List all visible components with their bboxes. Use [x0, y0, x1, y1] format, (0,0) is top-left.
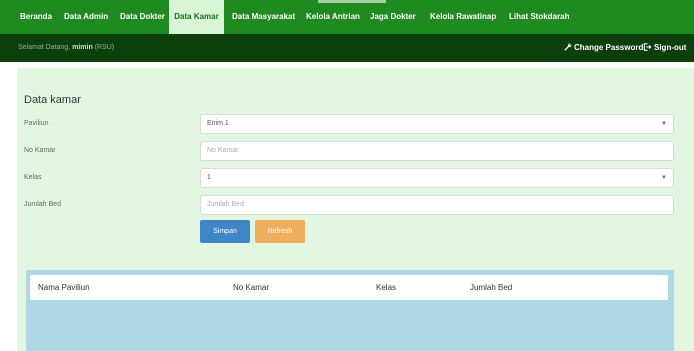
sign-out-label: Sign-out [654, 43, 687, 52]
save-button[interactable]: Simpan [200, 220, 250, 243]
column-no-kamar[interactable]: No Kamar [233, 275, 269, 300]
kelas-select[interactable]: 1 ▼ [200, 168, 674, 188]
paviliun-select[interactable]: Enim 1 ▼ [200, 114, 674, 134]
kelas-label: Kelas [24, 174, 42, 181]
user-role: (RSU) [94, 44, 115, 51]
jumlah-bed-input[interactable]: Jumlah Bed [200, 195, 674, 215]
user-name: mimin [72, 44, 93, 51]
nav-data-kamar[interactable]: Data Kamar [169, 0, 224, 34]
user-bar: Selamat Datang, mimin (RSU) Change Passw… [0, 34, 694, 62]
nav-data-admin[interactable]: Data Admin [64, 0, 108, 34]
jumlah-bed-placeholder: Jumlah Bed [207, 201, 244, 208]
table-header: Nama Paviliun No Kamar Kelas Jumlah Bed [30, 275, 668, 300]
change-password-label: Change Password [574, 43, 644, 52]
jumlah-bed-label: Jumlah Bed [24, 201, 61, 208]
page-title: Data kamar [24, 94, 81, 106]
nav-kelola-antrian[interactable]: Kelola Antrian [306, 0, 360, 34]
nav-jaga-dokter[interactable]: Jaga Dokter [370, 0, 416, 34]
nav-kelola-rawatinap[interactable]: Kelola Rawatinap [430, 0, 496, 34]
no-kamar-placeholder: No Kamar [207, 147, 239, 154]
paviliun-label: Paviliun [24, 120, 49, 127]
no-kamar-input[interactable]: No Kamar [200, 141, 674, 161]
wrench-icon [564, 43, 572, 51]
no-kamar-label: No Kamar [24, 147, 56, 154]
chevron-down-icon: ▼ [661, 175, 667, 181]
welcome-prefix: Selamat Datang, [18, 44, 71, 51]
paviliun-value: Enim 1 [207, 120, 229, 127]
top-navbar: Beranda Data Admin Data Dokter Data Kama… [0, 0, 694, 34]
kelas-value: 1 [207, 174, 211, 181]
nav-data-masyarakat[interactable]: Data Masyarakat [232, 0, 295, 34]
column-kelas[interactable]: Kelas [376, 275, 396, 300]
sign-out-link[interactable]: Sign-out [643, 34, 686, 62]
nav-data-dokter[interactable]: Data Dokter [120, 0, 165, 34]
nav-lihat-stokdarah[interactable]: Lihat Stokdarah [509, 0, 569, 34]
sign-out-icon [643, 43, 652, 51]
column-nama-paviliun[interactable]: Nama Paviliun [38, 275, 90, 300]
refresh-button[interactable]: Refresh [255, 220, 305, 243]
welcome-text: Selamat Datang, mimin (RSU) [18, 34, 114, 62]
nav-beranda[interactable]: Beranda [20, 0, 52, 34]
change-password-link[interactable]: Change Password [564, 34, 643, 62]
column-jumlah-bed[interactable]: Jumlah Bed [470, 275, 512, 300]
chevron-down-icon: ▼ [661, 121, 667, 127]
